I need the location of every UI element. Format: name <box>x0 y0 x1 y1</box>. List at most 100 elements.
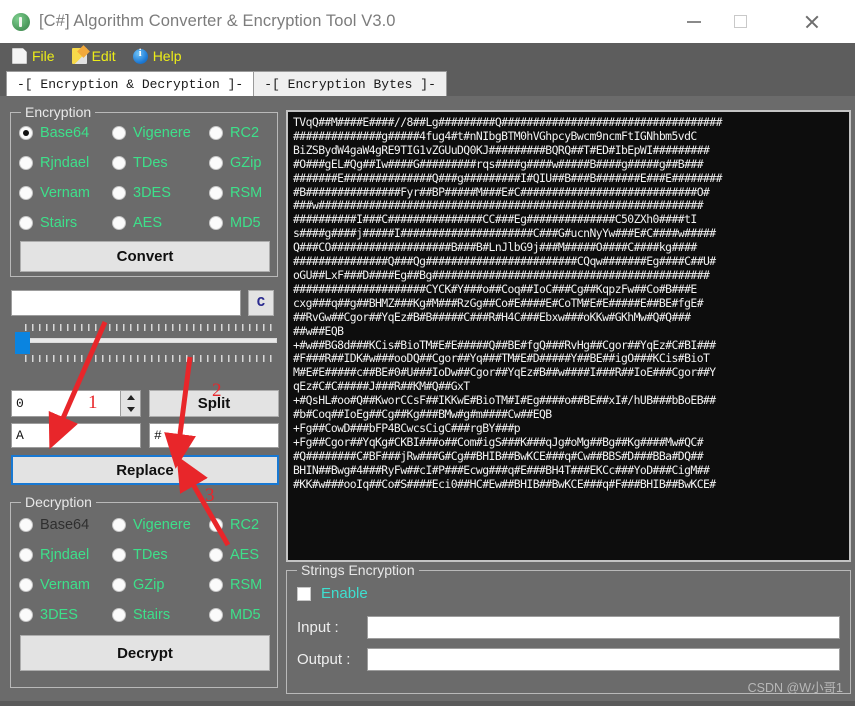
radio-encryption-md5[interactable]: MD5 <box>209 215 261 231</box>
radio-decryption-vernam[interactable]: Vernam <box>19 577 90 593</box>
close-icon <box>804 14 820 30</box>
maximize-button[interactable] <box>717 0 763 43</box>
output-label: Output : <box>297 651 351 668</box>
radio-encryption-rsm[interactable]: RSM <box>209 185 262 201</box>
radio-label: GZip <box>133 577 165 593</box>
replace-input[interactable]: # <box>149 423 279 448</box>
radio-encryption-rjndael[interactable]: Rjndael <box>19 155 89 171</box>
radio-decryption-rsm[interactable]: RSM <box>209 577 262 593</box>
radio-dot-icon <box>209 608 223 622</box>
title-bar: [C#] Algorithm Converter & Encryption To… <box>0 0 855 43</box>
radio-encryption-stairs[interactable]: Stairs <box>19 215 77 231</box>
tab-strip: -[ Encryption & Decryption ]- -[ Encrypt… <box>0 69 855 96</box>
radio-decryption-base64[interactable]: Base64 <box>19 517 89 533</box>
decrypt-button[interactable]: Decrypt <box>20 635 270 671</box>
radio-dot-icon <box>209 126 223 140</box>
menu-item-edit[interactable]: Edit <box>68 46 125 66</box>
annotation-number-1: 1 <box>88 392 98 413</box>
radio-encryption-3des[interactable]: 3DES <box>112 185 171 201</box>
menu-item-file[interactable]: File <box>8 46 64 66</box>
find-input[interactable]: A <box>11 423 141 448</box>
minimize-icon <box>687 20 701 23</box>
radio-decryption-gzip[interactable]: GZip <box>112 577 164 593</box>
close-button[interactable] <box>789 0 835 43</box>
key-input[interactable] <box>11 290 241 316</box>
tab-encryption-bytes[interactable]: -[ Encryption Bytes ]- <box>253 71 447 96</box>
strings-output-field[interactable] <box>367 648 840 671</box>
enable-checkbox-row[interactable]: Enable <box>297 585 368 602</box>
radio-label: AES <box>133 215 163 231</box>
radio-label: Vernam <box>40 185 90 201</box>
strings-encryption-group: Strings Encryption Enable Input : Output… <box>286 562 851 694</box>
maximize-icon <box>733 15 747 28</box>
offset-slider[interactable] <box>11 324 279 362</box>
radio-dot-icon <box>112 608 126 622</box>
replace-button[interactable]: Replace <box>11 455 279 485</box>
bottom-strip <box>0 701 855 706</box>
radio-label: Base64 <box>40 517 90 533</box>
radio-dot-icon <box>19 548 33 562</box>
file-icon <box>12 48 27 64</box>
radio-dot-icon <box>112 578 126 592</box>
spinner-down-button[interactable] <box>121 404 140 417</box>
chevron-up-icon <box>126 394 135 400</box>
radio-label: MD5 <box>230 607 261 623</box>
decryption-group: Decryption Base64 Vigenere RC2 Rjndael T… <box>10 494 278 688</box>
window-title: [C#] Algorithm Converter & Encryption To… <box>39 12 396 30</box>
radio-label: Rjndael <box>40 547 90 563</box>
spinner-up-button[interactable] <box>121 391 140 404</box>
radio-dot-icon <box>209 548 223 562</box>
slider-ticks-top <box>25 324 273 331</box>
radio-dot-icon <box>112 126 126 140</box>
encrypted-output-textarea[interactable]: TVqQ##M####E####//8##Lg#########Q#######… <box>286 110 851 562</box>
radio-decryption-rjndael[interactable]: Rjndael <box>19 547 89 563</box>
watermark: CSDN @W小哥1 <box>747 681 843 695</box>
radio-decryption-aes[interactable]: AES <box>209 547 259 563</box>
minimize-button[interactable] <box>671 0 717 43</box>
radio-decryption-rc2[interactable]: RC2 <box>209 517 259 533</box>
radio-label: AES <box>230 547 260 563</box>
radio-dot-icon <box>209 518 223 532</box>
radio-encryption-rc2[interactable]: RC2 <box>209 125 259 141</box>
workspace: Encryption Base64 Vigenere RC2 Rjndael T… <box>0 96 855 706</box>
radio-decryption-stairs[interactable]: Stairs <box>112 607 170 623</box>
radio-encryption-base64[interactable]: Base64 <box>19 125 89 141</box>
convert-button[interactable]: Convert <box>20 241 270 272</box>
spinner-buttons[interactable] <box>120 391 140 416</box>
radio-decryption-3des[interactable]: 3DES <box>19 607 78 623</box>
radio-dot-icon <box>112 518 126 532</box>
radio-encryption-vernam[interactable]: Vernam <box>19 185 90 201</box>
info-icon <box>132 47 148 64</box>
radio-dot-icon <box>19 216 33 230</box>
radio-encryption-gzip[interactable]: GZip <box>209 155 261 171</box>
radio-label: Stairs <box>133 607 171 623</box>
encrypted-output-text: TVqQ##M####E####//8##Lg#########Q#######… <box>293 115 722 491</box>
radio-encryption-vigenere[interactable]: Vigenere <box>112 125 191 141</box>
radio-decryption-tdes[interactable]: TDes <box>112 547 168 563</box>
menu-item-help[interactable]: Help <box>129 46 191 66</box>
checkbox-icon[interactable] <box>297 586 311 601</box>
radio-dot-icon <box>19 608 33 622</box>
radio-dot-icon <box>209 156 223 170</box>
pencil-icon <box>71 48 87 64</box>
radio-dot-icon <box>19 578 33 592</box>
strings-input-field[interactable] <box>367 616 840 639</box>
tab-encryption-decryption[interactable]: -[ Encryption & Decryption ]- <box>6 71 255 96</box>
radio-dot-icon <box>19 156 33 170</box>
app-logo-icon <box>12 12 30 31</box>
annotation-number-2: 2 <box>212 380 222 401</box>
radio-dot-icon <box>209 578 223 592</box>
enable-label: Enable <box>321 585 368 602</box>
slider-thumb[interactable] <box>15 332 30 354</box>
index-spinner-value: 0 <box>16 396 24 411</box>
index-spinner[interactable]: 0 <box>11 390 141 417</box>
radio-dot-icon <box>112 156 126 170</box>
radio-label: TDes <box>133 547 168 563</box>
radio-label: Stairs <box>40 215 78 231</box>
radio-label: Base64 <box>40 125 90 141</box>
clear-button[interactable]: C <box>248 290 274 316</box>
radio-decryption-vigenere[interactable]: Vigenere <box>112 517 191 533</box>
radio-encryption-aes[interactable]: AES <box>112 215 162 231</box>
radio-encryption-tdes[interactable]: TDes <box>112 155 168 171</box>
radio-decryption-md5[interactable]: MD5 <box>209 607 261 623</box>
